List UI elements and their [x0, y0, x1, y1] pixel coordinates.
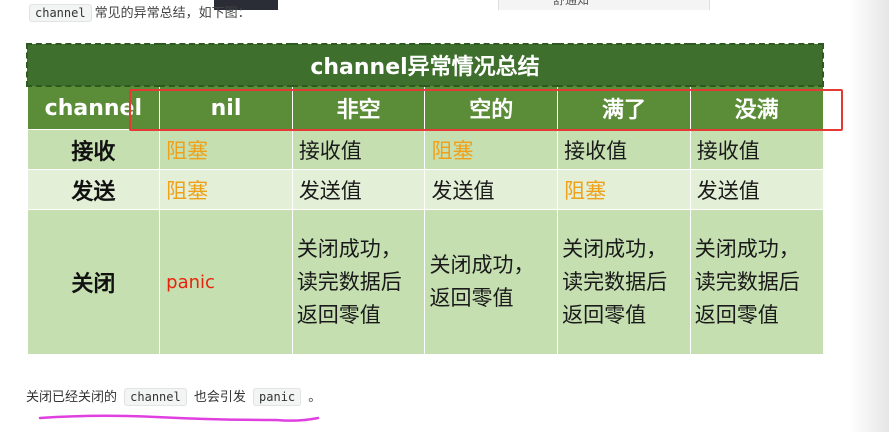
- table-cell: 关闭成功， 读完数据后返回零值: [557, 209, 691, 355]
- table-row: 接收 阻塞 接收值 阻塞 接收值 接收值: [26, 129, 824, 170]
- table-title: channel异常情况总结: [26, 43, 824, 87]
- cell-text-line: 发送值: [696, 178, 760, 203]
- cell-text-line: 返回零值: [562, 302, 647, 327]
- table-cell: 关闭成功， 返回零值: [424, 209, 559, 355]
- intro-text: 常见的异常总结，如下图：: [94, 6, 251, 21]
- cell-text-line: 发送值: [298, 178, 362, 203]
- inline-code-panic: panic: [253, 388, 302, 406]
- table-row: 发送 阻塞 发送值 发送值 阻塞 发送值: [26, 169, 824, 210]
- cell-text-line: panic: [166, 271, 215, 293]
- table-cell: 接收值: [291, 129, 426, 170]
- cell-text-line: 阻塞: [564, 178, 607, 203]
- notice-tab[interactable]: 舒通知: [498, 0, 710, 10]
- cell-text-line: 返回零值: [694, 302, 779, 327]
- handwritten-underline: [38, 414, 320, 422]
- row-label: 发送: [26, 169, 161, 210]
- table-cell: panic: [159, 209, 293, 355]
- table-cell: 接收值: [689, 129, 824, 170]
- cell-text-line: 阻塞: [166, 178, 209, 203]
- cell-text-line: 关闭成功，: [429, 253, 535, 277]
- inline-code-channel: channel: [124, 388, 187, 406]
- cell-text-line: 阻塞: [166, 138, 209, 163]
- table-cell: 阻塞: [159, 129, 293, 170]
- cell-text-line: 接收值: [696, 138, 760, 163]
- table-cell: 发送值: [689, 169, 824, 210]
- table-cell: 发送值: [424, 169, 559, 210]
- table-cell: 关闭成功， 读完数据后返回零值: [689, 209, 824, 355]
- cell-text-line: 返回零值: [429, 286, 514, 310]
- highlight-box: [129, 89, 843, 131]
- cell-text-line: 接收值: [564, 138, 628, 163]
- row-label: 接收: [26, 129, 161, 170]
- table-cell: 阻塞: [424, 129, 559, 170]
- table-cell: 阻塞: [557, 169, 691, 210]
- cell-text-line: 读完数据后: [694, 269, 800, 294]
- cell-text-line: 关闭成功，: [694, 236, 800, 261]
- inline-code-channel: channel: [29, 4, 92, 22]
- cell-text-line: 阻塞: [431, 138, 474, 163]
- footer-middle: 也会引发: [193, 390, 246, 405]
- table-row: 关闭 panic 关闭成功， 读完数据后返回零值 关闭成功， 返回零值 关闭成功， 读完数据后…: [26, 209, 824, 355]
- cell-text-line: 读完数据后: [562, 269, 668, 294]
- cell-text-line: 发送值: [431, 178, 495, 203]
- footer-suffix: 。: [308, 390, 322, 405]
- table-cell: 发送值: [291, 169, 426, 210]
- table-cell: 关闭成功， 读完数据后返回零值: [291, 209, 426, 355]
- cell-text-line: 接收值: [298, 138, 362, 163]
- cell-text-line: 读完数据后: [296, 269, 402, 294]
- intro-line: channel 常见的异常总结，如下图：: [26, 0, 251, 26]
- table-cell: 阻塞: [159, 169, 293, 210]
- scroll-edge: [849, 0, 889, 432]
- cell-text-line: 关闭成功，: [562, 236, 668, 261]
- cell-text-line: 关闭成功，: [296, 236, 402, 261]
- table-cell: 接收值: [557, 129, 691, 170]
- row-label: 关闭: [26, 209, 161, 355]
- cell-text-line: 返回零值: [296, 302, 381, 327]
- footer-prefix: 关闭已经关闭的: [26, 390, 118, 405]
- notice-tab-label: 舒通知: [553, 0, 590, 7]
